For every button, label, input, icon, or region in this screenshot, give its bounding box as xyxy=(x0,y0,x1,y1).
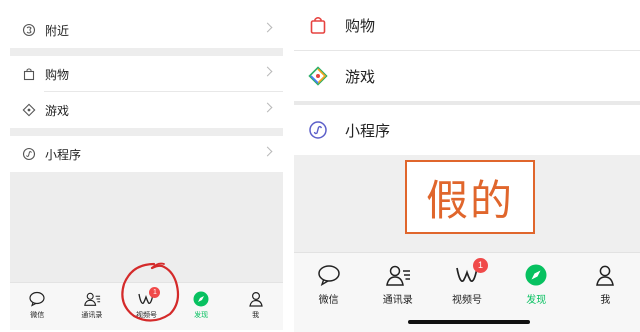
tab-label: 发现 xyxy=(526,295,547,306)
fake-annotation-box: 假的 xyxy=(405,160,535,234)
chevron-right-icon xyxy=(262,22,273,33)
game-icon xyxy=(308,66,328,86)
menu-item-nearby[interactable]: 附近 xyxy=(10,12,283,48)
right-screenshot: 购物 游戏 小程序 假的 微信 通讯录 1 视频号 发现 我 xyxy=(294,0,640,332)
nearby-group: 附近 xyxy=(10,12,283,48)
tab-me[interactable]: 我 xyxy=(228,283,283,330)
me-person-icon xyxy=(592,263,618,287)
tab-label: 微信 xyxy=(30,312,45,319)
tab-me[interactable]: 我 xyxy=(571,253,640,332)
shopping-bag-icon xyxy=(308,15,328,35)
game-icon xyxy=(22,103,36,117)
tab-label: 我 xyxy=(600,295,611,306)
tab-label: 微信 xyxy=(318,295,339,306)
chat-bubble-icon xyxy=(28,290,46,308)
contacts-icon xyxy=(385,263,411,287)
fake-annotation-text: 假的 xyxy=(425,175,514,225)
tab-contacts[interactable]: 通讯录 xyxy=(65,283,120,330)
menu-item-label: 小程序 xyxy=(45,147,82,162)
menu-item-label: 游戏 xyxy=(345,68,376,86)
nearby-icon xyxy=(22,23,36,37)
mini-program-icon xyxy=(22,147,36,161)
unread-badge: 1 xyxy=(473,258,488,273)
tab-chats[interactable]: 微信 xyxy=(294,253,363,332)
menu-item-shopping[interactable]: 购物 xyxy=(294,0,640,50)
chevron-right-icon xyxy=(262,102,273,113)
tab-label: 视频号 xyxy=(452,295,482,306)
tab-label: 通讯录 xyxy=(81,312,103,319)
menu-item-mini-program[interactable]: 小程序 xyxy=(294,105,640,155)
tab-chats[interactable]: 微信 xyxy=(10,283,65,330)
menu-item-shopping[interactable]: 购物 xyxy=(10,56,283,92)
tab-label: 我 xyxy=(252,312,260,319)
discover-compass-icon xyxy=(523,263,549,287)
shopping-bag-icon xyxy=(22,67,36,81)
menu-item-label: 购物 xyxy=(345,17,376,35)
shopping-game-group: 购物 游戏 xyxy=(10,56,283,128)
unread-badge: 1 xyxy=(149,287,161,298)
chevron-right-icon xyxy=(262,146,273,157)
menu-item-game[interactable]: 游戏 xyxy=(10,92,283,128)
contacts-icon xyxy=(83,290,101,308)
tab-channels[interactable]: 1 视频号 xyxy=(119,283,174,330)
me-person-icon xyxy=(247,290,265,308)
bottom-tab-bar: 微信 通讯录 1 视频号 发现 我 xyxy=(10,282,283,330)
menu-item-label: 小程序 xyxy=(345,122,391,140)
chevron-right-icon xyxy=(262,66,273,77)
chat-bubble-icon xyxy=(316,263,342,287)
tab-label: 发现 xyxy=(194,312,209,319)
tab-label: 通讯录 xyxy=(382,295,413,306)
tab-label: 视频号 xyxy=(135,312,157,319)
mini-program-group: 小程序 xyxy=(10,136,283,172)
home-indicator[interactable] xyxy=(408,320,530,324)
menu-item-game[interactable]: 游戏 xyxy=(294,51,640,101)
tab-discover[interactable]: 发现 xyxy=(174,283,229,330)
menu-item-label: 游戏 xyxy=(45,103,70,118)
discover-compass-icon xyxy=(192,290,210,308)
mini-program-icon xyxy=(308,120,328,140)
menu-item-mini-program[interactable]: 小程序 xyxy=(10,136,283,172)
menu-item-label: 附近 xyxy=(45,23,70,38)
left-screenshot: 附近 购物 游戏 小程序 微信 通讯录 1 视频号 发现 我 xyxy=(10,12,283,330)
menu-item-label: 购物 xyxy=(45,67,70,82)
